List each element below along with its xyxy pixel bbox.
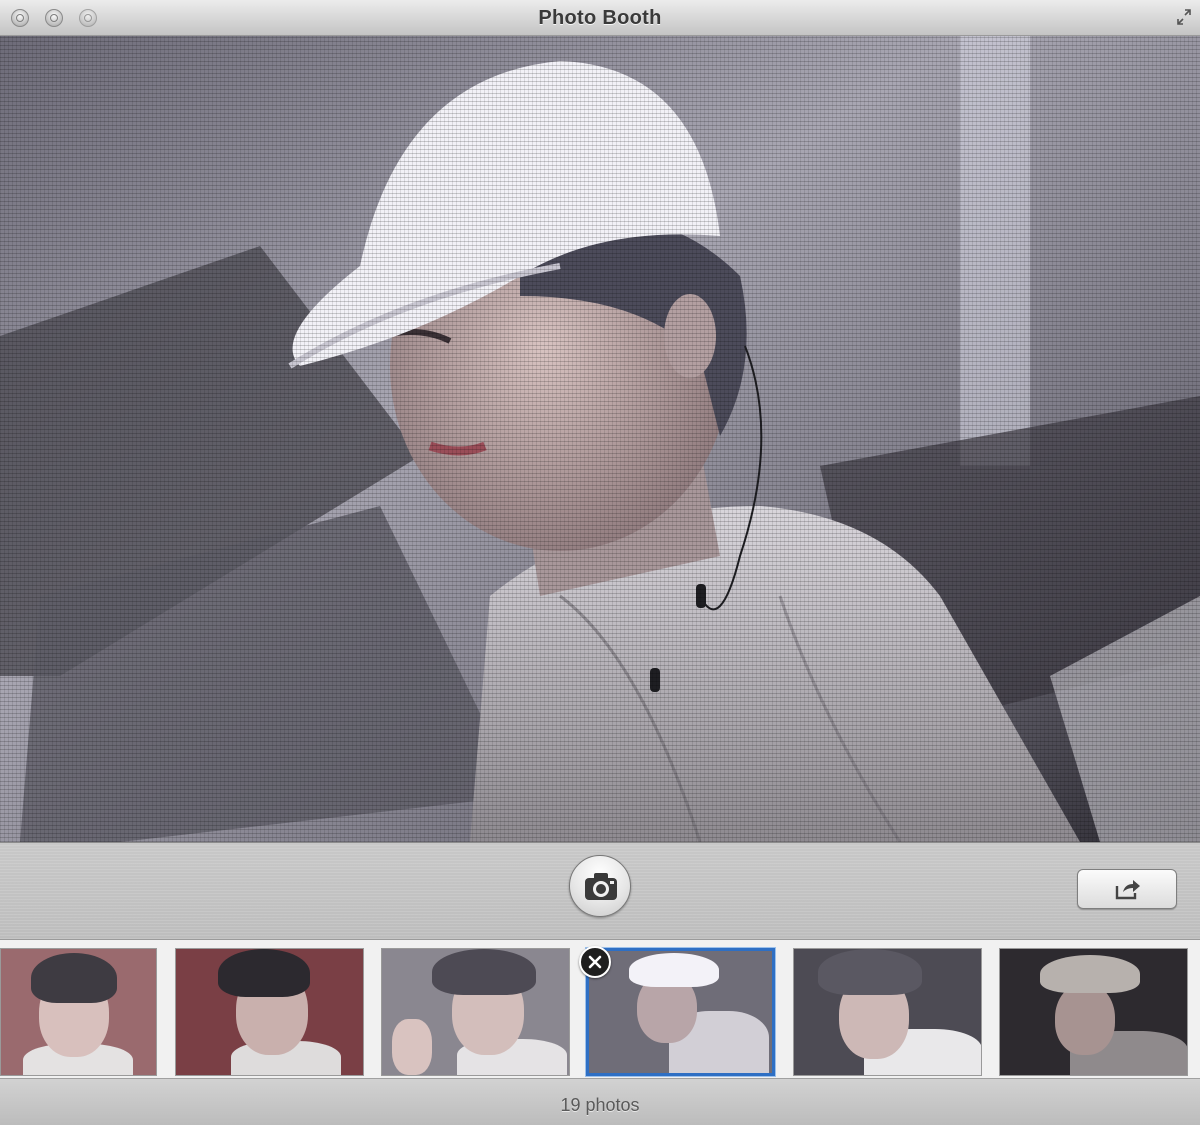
photo-thumbnail[interactable] <box>0 948 157 1076</box>
camera-preview <box>0 36 1200 842</box>
window-title: Photo Booth <box>538 7 662 29</box>
photo-thumbnail[interactable] <box>999 948 1188 1076</box>
photo-count-label: 19 photos <box>560 1095 640 1115</box>
title-bar: Photo Booth <box>0 0 1200 36</box>
delete-photo-button[interactable] <box>579 946 611 978</box>
camera-icon <box>585 873 617 900</box>
fullscreen-icon[interactable] <box>1176 8 1192 26</box>
preview-image <box>0 36 1200 842</box>
toolbar <box>0 842 1200 940</box>
photo-thumbnail[interactable] <box>381 948 570 1076</box>
photo-thumbnail[interactable] <box>175 948 364 1076</box>
share-arrow-icon <box>1115 880 1140 900</box>
take-photo-button[interactable] <box>569 855 631 917</box>
close-icon <box>588 955 602 969</box>
photo-booth-window: Photo Booth 19 photos <box>0 0 1200 1125</box>
status-bar: 19 photos <box>0 1078 1200 1125</box>
photo-thumbnail[interactable] <box>793 948 982 1076</box>
photo-thumbnail-selected[interactable] <box>586 948 775 1076</box>
share-button[interactable] <box>1077 869 1177 909</box>
